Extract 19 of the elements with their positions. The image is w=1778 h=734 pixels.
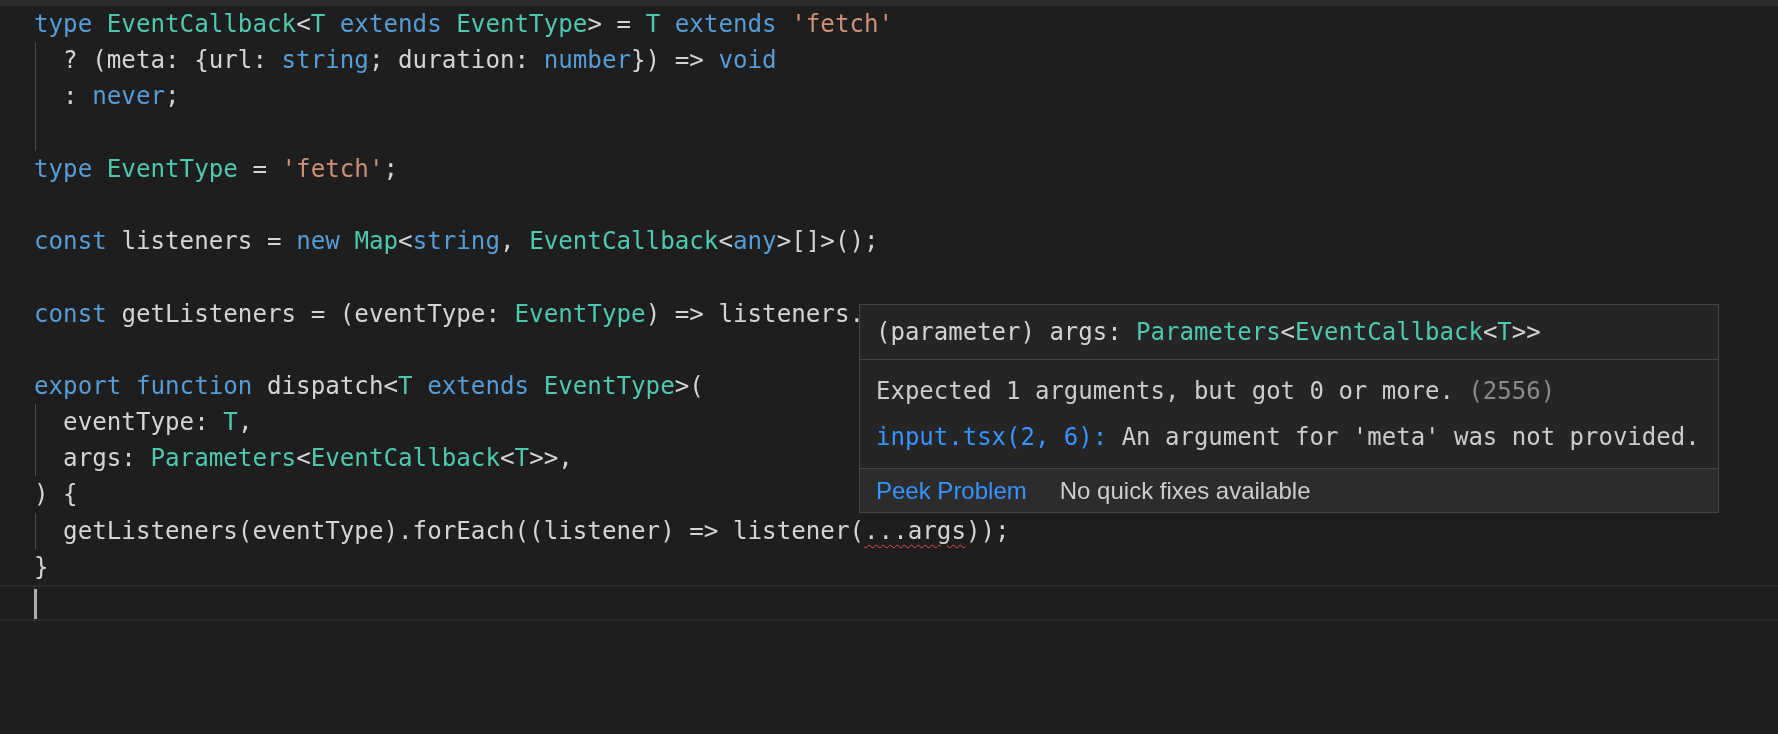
text-cursor — [34, 589, 37, 619]
code-line: eventType: T, — [34, 404, 253, 441]
code-line: type EventCallback<T extends EventType> = T extends 'fetch' — [34, 9, 894, 40]
code-line: const getListeners = (eventType: EventType) => listeners. — [34, 298, 865, 330]
peek-problem-link[interactable]: Peek Problem — [876, 475, 1027, 506]
error-message: Expected 1 arguments, but got 0 or more. (2556) — [876, 376, 1556, 407]
code-line: ? (meta: {url: string; duration: number}) => void — [34, 42, 777, 79]
code-line: args: Parameters<EventCallback<T>>, — [34, 440, 573, 477]
tooltip-signature: (parameter) args: Parameters<EventCallback<T>> — [876, 317, 1541, 348]
code-line: const listeners = new Map<string, EventCallback<any>[]>(); — [34, 226, 879, 258]
code-line: : never; — [34, 78, 180, 115]
code-line: } — [34, 551, 49, 583]
related-info-text: An argument for 'meta' was not provided. — [1121, 423, 1700, 451]
code-line: type EventType = 'fetch'; — [34, 153, 399, 185]
code-line: getListeners(eventType).forEach((listener) => listener(...args)); — [34, 512, 1010, 549]
related-location-link[interactable]: input.tsx(2, 6): — [876, 423, 1108, 451]
quick-fix-status: No quick fixes available — [1059, 476, 1311, 506]
code-line: ) { — [34, 479, 78, 511]
code-line: export function dispatch<T extends EventType>( — [34, 370, 704, 402]
